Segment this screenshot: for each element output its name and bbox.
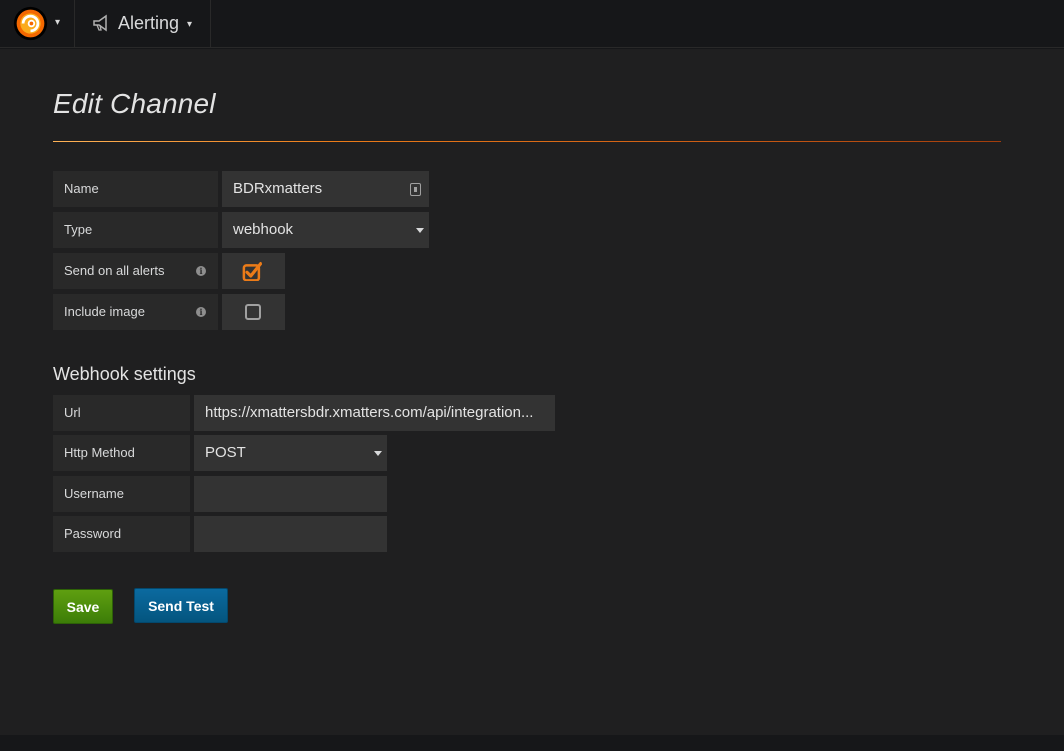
include-image-label: Include image i bbox=[53, 294, 218, 330]
type-select-value: webhook bbox=[233, 221, 294, 238]
http-method-value: POST bbox=[205, 444, 246, 461]
save-button[interactable]: Save bbox=[53, 589, 113, 624]
name-input-value: BDRxmatters bbox=[233, 180, 323, 197]
alerting-section-menu[interactable]: Alerting ▾ bbox=[76, 0, 211, 48]
top-navbar: ▾ Alerting ▾ bbox=[0, 0, 1064, 48]
name-label: Name bbox=[53, 171, 218, 207]
footer-strip bbox=[0, 735, 1064, 751]
caret-down-icon bbox=[416, 228, 424, 233]
send-test-button[interactable]: Send Test bbox=[134, 588, 228, 623]
url-label: Url bbox=[53, 395, 190, 431]
caret-down-icon: ▾ bbox=[187, 19, 193, 30]
type-select[interactable]: webhook bbox=[222, 212, 429, 248]
grafana-logo-icon bbox=[13, 6, 48, 41]
http-method-select[interactable]: POST bbox=[194, 435, 387, 471]
password-input[interactable] bbox=[194, 516, 387, 552]
send-on-all-alerts-text: Send on all alerts bbox=[64, 263, 165, 278]
send-on-all-alerts-label: Send on all alerts i bbox=[53, 253, 218, 289]
http-method-label: Http Method bbox=[53, 435, 190, 471]
username-label: Username bbox=[53, 476, 190, 512]
url-input[interactable]: https://xmattersbdr.xmatters.com/api/int… bbox=[194, 395, 555, 431]
checkbox-empty-icon bbox=[245, 304, 261, 320]
caret-down-icon: ▾ bbox=[55, 17, 61, 28]
include-image-checkbox[interactable] bbox=[222, 294, 285, 330]
main-panel: Edit Channel Name BDRxmatters Type webho… bbox=[0, 49, 1064, 735]
megaphone-icon bbox=[93, 14, 107, 32]
username-input[interactable] bbox=[194, 476, 387, 512]
section-title: Alerting bbox=[118, 13, 180, 33]
contact-card-icon bbox=[410, 183, 421, 196]
include-image-text: Include image bbox=[64, 304, 145, 319]
caret-down-icon bbox=[374, 451, 382, 456]
type-label: Type bbox=[53, 212, 218, 248]
info-icon[interactable]: i bbox=[196, 307, 206, 317]
checkbox-checked-icon bbox=[242, 261, 262, 281]
name-input[interactable]: BDRxmatters bbox=[222, 171, 429, 207]
send-on-all-alerts-checkbox[interactable] bbox=[222, 253, 285, 289]
webhook-settings-heading: Webhook settings bbox=[53, 364, 196, 384]
grafana-menu-button[interactable]: ▾ bbox=[0, 0, 75, 48]
title-divider bbox=[53, 141, 1001, 142]
password-label: Password bbox=[53, 516, 190, 552]
page-title: Edit Channel bbox=[53, 88, 216, 119]
info-icon[interactable]: i bbox=[196, 266, 206, 276]
